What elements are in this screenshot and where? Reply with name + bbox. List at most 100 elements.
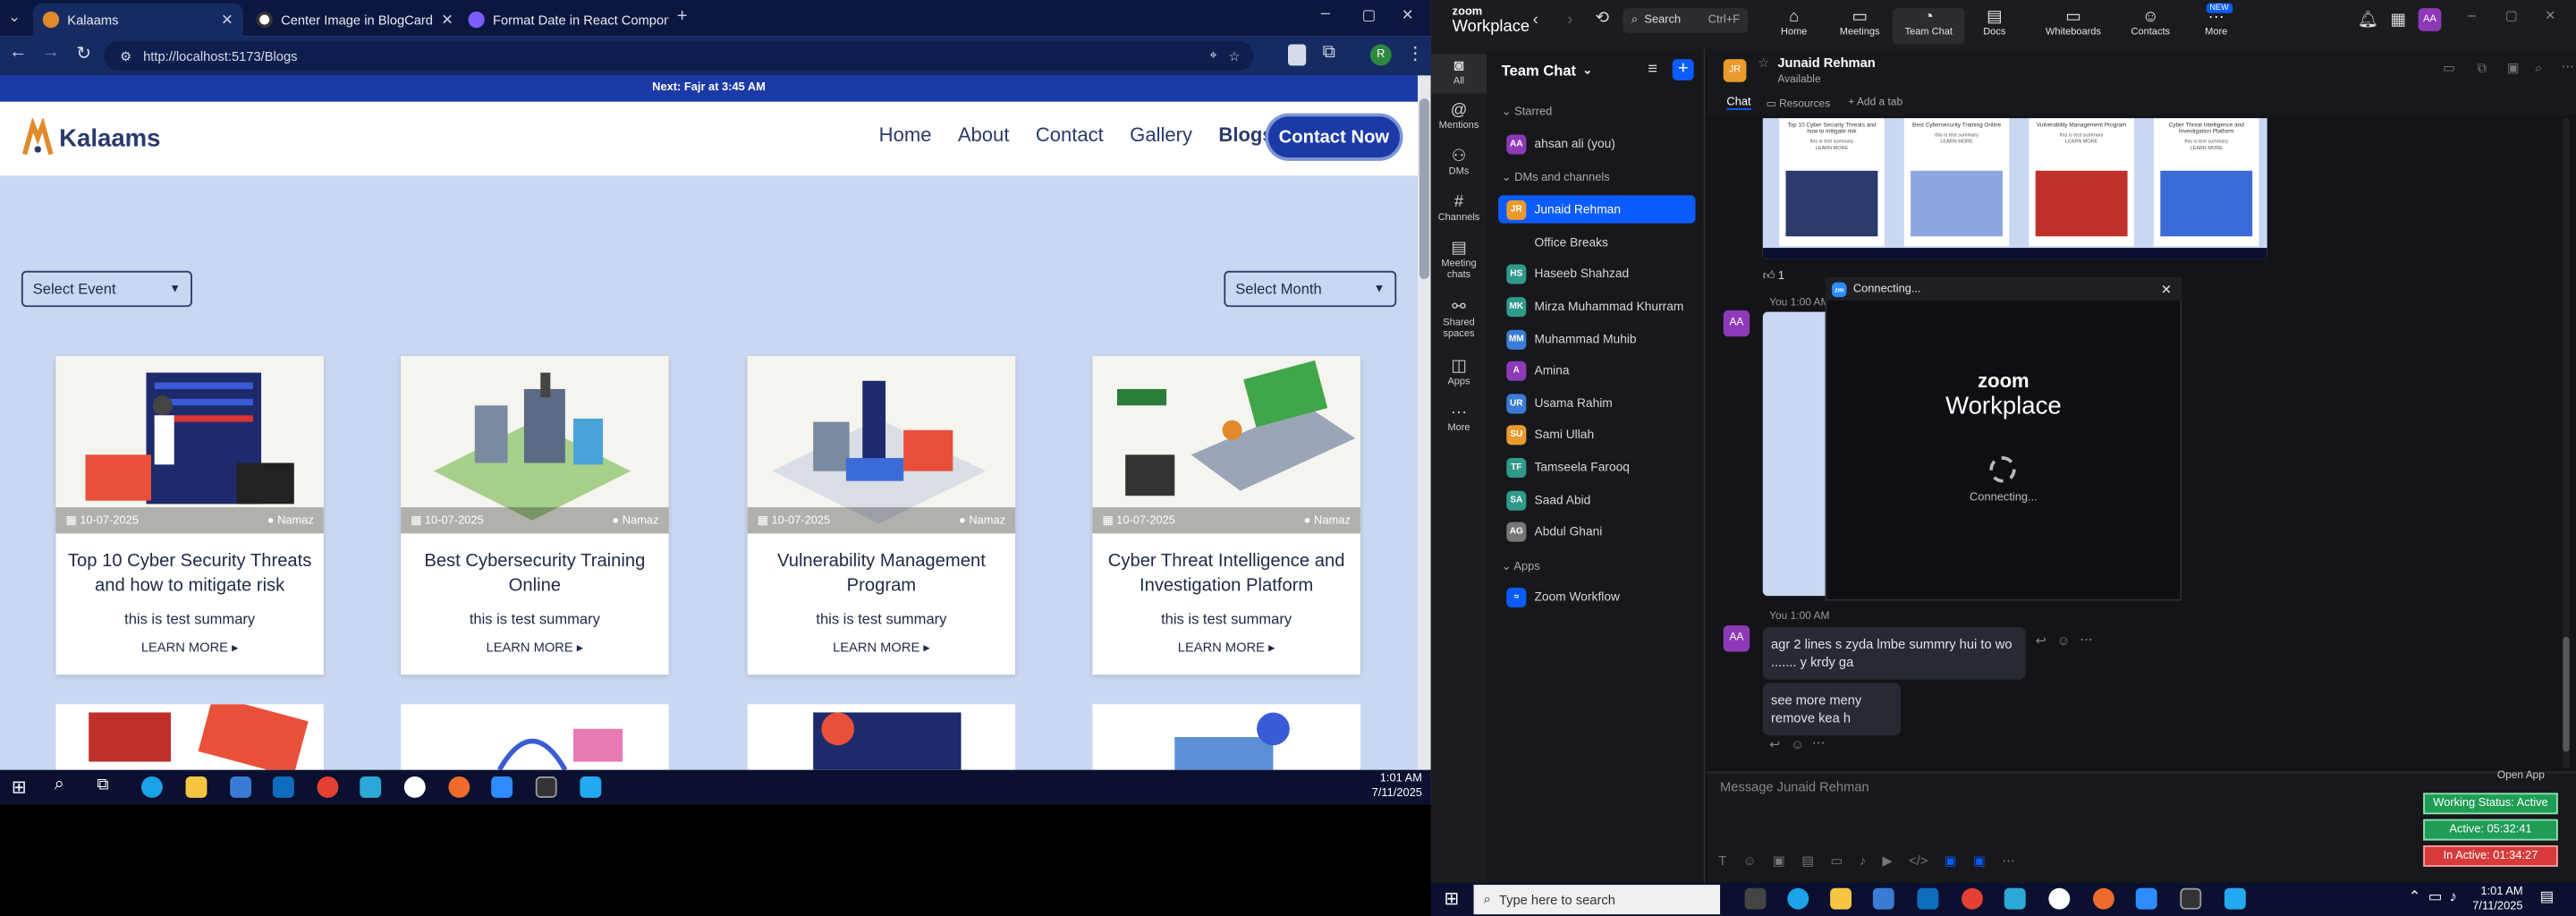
chrome-icon[interactable] — [1962, 887, 1983, 910]
open-app-link[interactable]: Open App — [2497, 770, 2545, 782]
nav-meetings[interactable]: ▭ Meetings — [1824, 8, 1896, 38]
file-icon[interactable]: ▤ — [1801, 853, 1814, 869]
chat-tab-add[interactable]: + Add a tab — [1848, 97, 1902, 108]
screenshot-icon[interactable]: ▭ — [1830, 853, 1843, 869]
blog-card[interactable] — [1092, 704, 1360, 770]
learn-more-link[interactable]: LEARN MORE ▸ — [401, 640, 668, 656]
filter-icon[interactable]: ≡ — [1648, 61, 1657, 79]
reply-icon[interactable]: ↩ — [1769, 737, 1780, 752]
network-icon[interactable]: ▭ — [2428, 888, 2443, 906]
chat-message[interactable]: agr 2 lines s zyda lmbe summry hui to wo… — [1762, 627, 2026, 680]
outlook-icon[interactable] — [272, 776, 294, 798]
menu-kebab-icon[interactable]: ⋮ — [1406, 43, 1424, 64]
nav-blogs[interactable]: Blogs — [1218, 123, 1273, 147]
more-icon[interactable]: ⋯ — [1812, 735, 1826, 751]
edge-icon[interactable] — [140, 776, 163, 798]
tab-format-date[interactable]: Format Date in React Compon ✕ — [458, 4, 669, 37]
whiteboard-icon[interactable]: ▣ — [1945, 853, 1957, 869]
sidebar-item-office-breaks[interactable]: Office Breaks — [1498, 228, 1695, 256]
search-icon[interactable]: ⌕ — [55, 775, 64, 796]
minimize-icon[interactable]: – — [1321, 5, 1330, 23]
outlook-icon[interactable] — [1917, 887, 1939, 910]
vscode-icon[interactable] — [2224, 887, 2246, 910]
terminal-icon[interactable] — [535, 776, 557, 798]
calendar-icon[interactable]: ▦ — [2390, 12, 2405, 30]
bookmark-star-icon[interactable]: ☆ — [1229, 48, 1241, 64]
task-view-icon[interactable] — [1744, 887, 1767, 910]
rail-all[interactable]: ◙ All — [1430, 54, 1487, 94]
zoom-search-input[interactable]: ⌕ Search Ctrl+F — [1623, 8, 1749, 33]
zoom-icon[interactable] — [491, 776, 513, 798]
rail-channels[interactable]: # Channels — [1431, 194, 1487, 225]
forward-icon[interactable]: → — [39, 43, 63, 63]
site-logo[interactable]: Kalaams — [20, 116, 160, 157]
rail-shared-spaces[interactable]: ⚯ Shared spaces — [1431, 299, 1487, 342]
rail-more[interactable]: ··· More — [1431, 403, 1487, 435]
rail-mentions[interactable]: @ Mentions — [1431, 102, 1487, 133]
card-title[interactable]: Best Cybersecurity Training Online — [411, 550, 658, 599]
format-icon[interactable]: T — [1718, 853, 1726, 869]
contact-avatar[interactable]: JR — [1723, 59, 1747, 82]
sidebar-item-haseeb[interactable]: HS Haseeb Shahzad — [1498, 259, 1695, 287]
reload-icon[interactable]: ↻ — [72, 43, 96, 64]
section-starred[interactable]: ⌄ Starred — [1502, 105, 1553, 118]
close-window-icon[interactable]: ✕ — [1402, 6, 1414, 24]
tab-center-image[interactable]: Center Image in BlogCard ✕ — [247, 4, 457, 37]
postman-icon[interactable] — [2093, 887, 2114, 910]
image-attachment[interactable]: Top 10 Cyber Security Threats and how to… — [1762, 118, 2267, 259]
zoom-icon[interactable] — [2135, 887, 2157, 910]
card-title[interactable]: Top 10 Cyber Security Threats and how to… — [65, 550, 313, 599]
close-tab-icon[interactable]: ✕ — [441, 11, 453, 29]
docs-icon[interactable]: ▣ — [1973, 853, 1986, 869]
emoji-icon[interactable]: ☺ — [1791, 737, 1804, 752]
app-icon[interactable] — [2048, 887, 2071, 910]
task-view-icon[interactable]: ⧉ — [97, 776, 108, 794]
emoji-icon[interactable]: ☺ — [1743, 853, 1757, 869]
volume-icon[interactable]: ♪ — [2450, 888, 2457, 904]
tab-kalaams[interactable]: Kalaams ✕ — [32, 3, 243, 37]
app-icon[interactable] — [2004, 887, 2026, 910]
app-icon[interactable] — [360, 776, 382, 798]
sidebar-item-amina[interactable]: A Amina — [1498, 356, 1695, 384]
contact-now-button[interactable]: Contact Now — [1267, 116, 1400, 158]
message-avatar[interactable]: AA — [1723, 310, 1750, 337]
sidebar-item-tamseela[interactable]: TF Tamseela Farooq — [1498, 453, 1695, 480]
taskbar-clock[interactable]: 1:01 AM 7/11/2025 — [1372, 772, 1422, 802]
more-icon[interactable]: ⋯ — [2080, 632, 2093, 648]
close-icon[interactable]: ✕ — [2161, 282, 2172, 297]
blog-card[interactable]: ▦ 10-07-2025 ● Namaz Vulnerability Manage… — [747, 356, 1016, 675]
sidebar-item-mirza[interactable]: MK Mirza Muhammad Khurram — [1498, 293, 1695, 320]
select-event-dropdown[interactable]: Select Event ▼ — [21, 270, 192, 308]
chat-message[interactable]: see more meny remove kea h — [1762, 683, 1902, 736]
bell-icon[interactable]: 🔔︎ — [2358, 12, 2378, 30]
chat-tab-resources[interactable]: ▭ Resources — [1766, 97, 1830, 110]
close-tab-icon[interactable]: ✕ — [221, 11, 233, 29]
rail-apps[interactable]: ◫ Apps — [1431, 358, 1487, 389]
windows-start-icon[interactable]: ⊞ — [12, 776, 27, 798]
notification-icon[interactable]: ▤ — [2540, 888, 2555, 906]
maximize-icon[interactable]: ▢ — [2505, 8, 2518, 23]
section-dms[interactable]: ⌄ DMs and channels — [1502, 171, 1610, 184]
rail-dms[interactable]: ⚇ DMs — [1431, 148, 1487, 179]
layout-icon[interactable]: ⧉ — [2478, 61, 2487, 77]
team-chat-title[interactable]: Team Chat ⌄ — [1502, 63, 1592, 79]
nav-contact[interactable]: Contact — [1036, 123, 1104, 147]
sidebar-item-sami[interactable]: SU Sami Ullah — [1498, 420, 1695, 448]
nav-whiteboards[interactable]: ▭ Whiteboards — [2038, 8, 2110, 38]
panel-icon[interactable]: ▣ — [2507, 61, 2520, 76]
blog-card[interactable]: ▦ 10-07-2025 ● Namaz Best Cybersecurity T… — [401, 356, 669, 675]
extensions-puzzle-icon[interactable]: ⧉ — [1323, 43, 1335, 64]
postman-icon[interactable] — [448, 776, 470, 798]
sidebar-item-junaid[interactable]: JR Junaid Rehman — [1498, 195, 1696, 224]
site-info-icon[interactable]: ⚙ — [120, 48, 131, 64]
tab-list-chevron-icon[interactable]: ⌄ — [8, 8, 21, 26]
vscode-icon[interactable] — [580, 776, 602, 798]
reaction-chip[interactable]: 👍︎ 1 — [1763, 267, 1784, 283]
blog-card[interactable]: ▦ 10-07-2025 ● Namaz Top 10 Cyber Securit… — [55, 356, 324, 675]
app-icon[interactable] — [403, 776, 426, 798]
sidebar-item-zoom-workflow[interactable]: ≈ Zoom Workflow — [1498, 582, 1695, 610]
store-icon[interactable] — [1872, 887, 1894, 910]
location-icon[interactable]: ⌖ — [1209, 47, 1216, 64]
extension-icon[interactable] — [1288, 44, 1307, 66]
new-tab-icon[interactable]: + — [677, 6, 688, 26]
